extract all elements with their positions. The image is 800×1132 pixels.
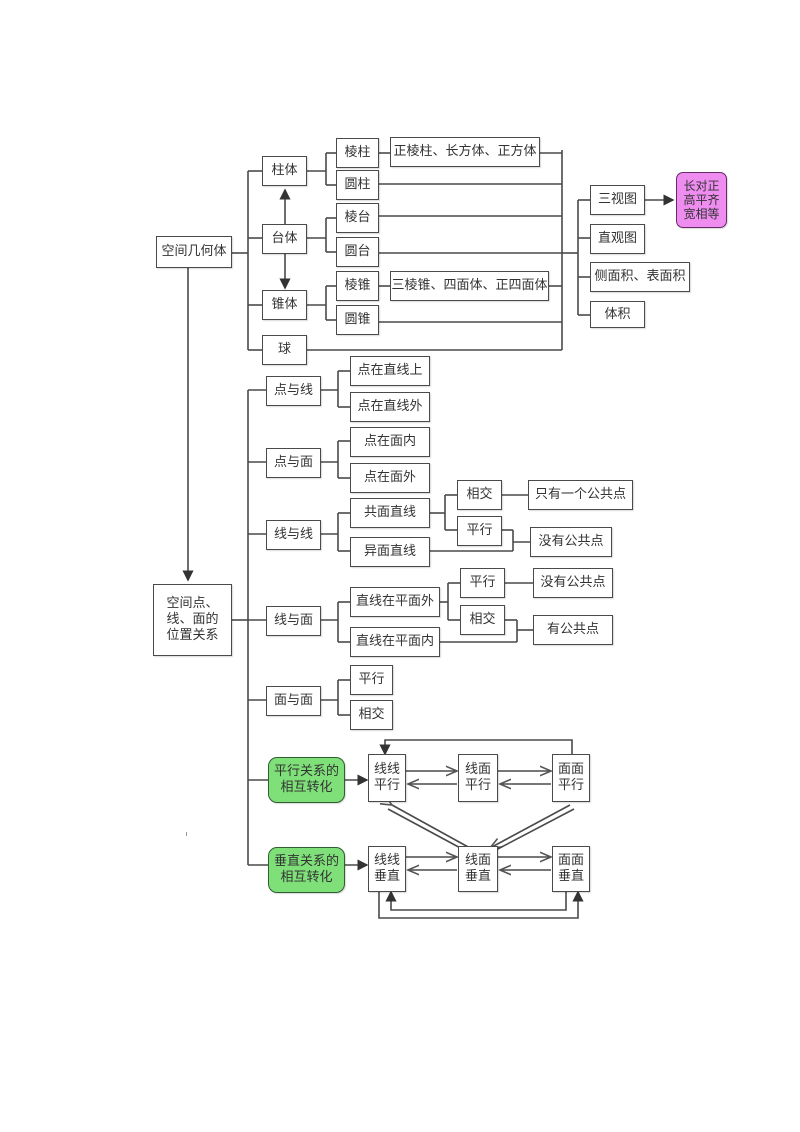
node-pyramid-prism: 棱锥	[336, 271, 379, 301]
node-line-line: 线与线	[266, 520, 321, 550]
node-point-line: 点与线	[266, 376, 321, 406]
node-skew-lines: 异面直线	[350, 537, 430, 567]
node-frustum-round: 圆台	[336, 237, 379, 267]
stray-mark	[186, 832, 187, 836]
node-position-relations: 空间点、 线、面的 位置关系	[153, 584, 232, 656]
node-ll-intersect: 相交	[457, 480, 502, 510]
node-prism-body: 柱体	[262, 156, 307, 186]
node-parallel-transform: 平行关系的 相互转化	[268, 757, 345, 803]
node-three-view-rule: 长对正 高平齐 宽相等	[676, 172, 727, 228]
node-frustum-body: 台体	[262, 224, 307, 254]
node-point-out-plane: 点在面外	[350, 463, 430, 493]
node-lp-intersect: 相交	[460, 605, 505, 635]
node-prism-examples: 正棱柱、长方体、正方体	[390, 137, 540, 167]
node-ll-parallel-box: 线线 平行	[368, 754, 406, 802]
node-perp-transform: 垂直关系的 相互转化	[268, 847, 345, 893]
node-lp-perp-box: 线面 垂直	[458, 846, 498, 892]
node-pp-perp-box: 面面 垂直	[552, 846, 590, 892]
node-has-common-point: 有公共点	[533, 615, 613, 645]
node-surface-area: 侧面积、表面积	[590, 262, 690, 292]
node-point-in-plane: 点在面内	[350, 427, 430, 457]
node-lp-parallel-box: 线面 平行	[458, 754, 498, 802]
node-point-on-line: 点在直线上	[350, 356, 430, 386]
node-three-view: 三视图	[590, 185, 645, 215]
node-line-plane: 线与面	[266, 606, 321, 636]
node-frustum-prism: 棱台	[336, 203, 379, 233]
node-ll-parallel: 平行	[457, 516, 502, 546]
node-plane-plane: 面与面	[266, 686, 321, 716]
node-pp-parallel-box: 面面 平行	[552, 754, 590, 802]
node-line-in-plane: 直线在平面内	[350, 627, 440, 657]
node-pyramid-body: 锥体	[262, 290, 307, 320]
node-lp-parallel: 平行	[460, 568, 505, 598]
node-coplanar-lines: 共面直线	[350, 498, 430, 528]
node-cylinder: 圆柱	[336, 170, 379, 200]
node-point-off-line: 点在直线外	[350, 392, 430, 422]
node-no-common-point-1: 没有公共点	[530, 527, 612, 557]
node-sphere: 球	[262, 335, 307, 365]
node-cone: 圆锥	[336, 305, 379, 335]
geometry-concept-map: 空间几何体 柱体 台体 锥体 球 棱柱 圆柱 棱台 圆台 棱锥 圆锥 正棱柱、长…	[0, 0, 800, 1132]
node-line-out-plane: 直线在平面外	[350, 587, 440, 617]
node-spatial-solids: 空间几何体	[156, 236, 232, 268]
node-ll-perp-box: 线线 垂直	[368, 846, 406, 892]
node-intuitive-view: 直观图	[590, 224, 645, 254]
node-pp-parallel: 平行	[350, 665, 393, 695]
node-pyramid-examples: 三棱锥、四面体、正四面体	[390, 271, 549, 301]
node-point-plane: 点与面	[266, 448, 321, 478]
node-pp-intersect: 相交	[350, 700, 393, 730]
node-one-common-point: 只有一个公共点	[528, 480, 633, 510]
node-no-common-point-2: 没有公共点	[533, 568, 613, 598]
node-volume: 体积	[590, 301, 645, 328]
node-prism: 棱柱	[336, 138, 379, 168]
